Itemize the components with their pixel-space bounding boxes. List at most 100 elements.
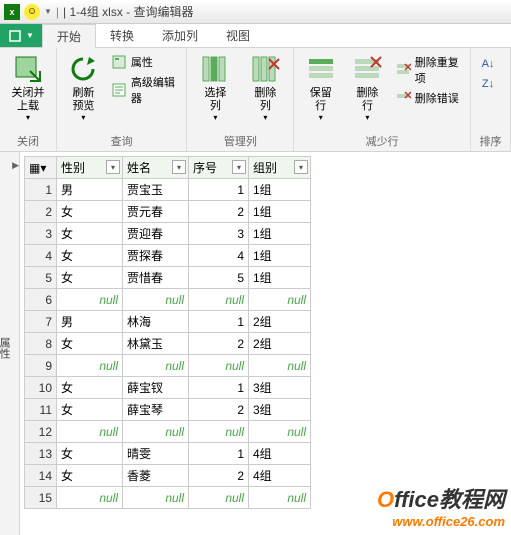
cell[interactable]: 晴雯: [123, 443, 189, 465]
tab-transform[interactable]: 转换: [96, 24, 148, 47]
qat-dropdown-icon[interactable]: ▼: [44, 7, 52, 16]
cell[interactable]: null: [123, 289, 189, 311]
col-header-gender[interactable]: 性别▾: [57, 157, 123, 179]
sort-asc-button[interactable]: A↓: [478, 55, 498, 73]
close-and-load-button[interactable]: 关闭并 上载 ▾: [5, 51, 51, 131]
cell[interactable]: 女: [57, 333, 123, 355]
cell[interactable]: 1: [189, 443, 249, 465]
cell[interactable]: 贾惜春: [123, 267, 189, 289]
cell[interactable]: 2: [189, 465, 249, 487]
cell[interactable]: null: [123, 487, 189, 509]
filter-dropdown-icon[interactable]: ▾: [294, 160, 308, 174]
cell[interactable]: null: [189, 487, 249, 509]
tab-start[interactable]: 开始: [42, 24, 96, 48]
cell[interactable]: 3组: [249, 399, 311, 421]
cell[interactable]: null: [249, 421, 311, 443]
cell[interactable]: 林海: [123, 311, 189, 333]
cell[interactable]: 5: [189, 267, 249, 289]
cell[interactable]: null: [57, 355, 123, 377]
filter-dropdown-icon[interactable]: ▾: [232, 160, 246, 174]
cell[interactable]: 香菱: [123, 465, 189, 487]
tab-addcolumn[interactable]: 添加列: [148, 24, 212, 47]
cell[interactable]: 男: [57, 179, 123, 201]
cell[interactable]: null: [249, 289, 311, 311]
row-index-header[interactable]: ▦▾: [25, 157, 57, 179]
cell[interactable]: 1组: [249, 179, 311, 201]
cell[interactable]: 女: [57, 399, 123, 421]
cell[interactable]: null: [189, 355, 249, 377]
table-row[interactable]: 11女薛宝琴23组: [25, 399, 311, 421]
table-row[interactable]: 13女晴雯14组: [25, 443, 311, 465]
cell[interactable]: null: [249, 487, 311, 509]
choose-columns-button[interactable]: 选择 列 ▾: [192, 51, 238, 131]
cell[interactable]: 林黛玉: [123, 333, 189, 355]
cell[interactable]: 1: [189, 311, 249, 333]
table-row[interactable]: 3女贾迎春31组: [25, 223, 311, 245]
filter-dropdown-icon[interactable]: ▾: [172, 160, 186, 174]
cell[interactable]: 女: [57, 465, 123, 487]
cell[interactable]: 1组: [249, 267, 311, 289]
filter-dropdown-icon[interactable]: ▾: [106, 160, 120, 174]
remove-columns-button[interactable]: 删除 列 ▾: [242, 51, 288, 131]
table-row[interactable]: 7男林海12组: [25, 311, 311, 333]
cell[interactable]: null: [57, 487, 123, 509]
cell[interactable]: null: [189, 289, 249, 311]
cell[interactable]: 2: [189, 333, 249, 355]
table-row[interactable]: 8女林黛玉22组: [25, 333, 311, 355]
col-header-seq[interactable]: 序号▾: [189, 157, 249, 179]
refresh-preview-button[interactable]: 刷新 预览 ▾: [62, 51, 105, 131]
cell[interactable]: null: [57, 289, 123, 311]
col-header-group[interactable]: 组别▾: [249, 157, 311, 179]
cell[interactable]: 2: [189, 399, 249, 421]
properties-button[interactable]: 属性: [109, 53, 181, 71]
table-row[interactable]: 1男贾宝玉11组: [25, 179, 311, 201]
table-row[interactable]: 5女贾惜春51组: [25, 267, 311, 289]
cell[interactable]: 1: [189, 377, 249, 399]
cell[interactable]: 女: [57, 443, 123, 465]
file-tab[interactable]: ▼: [0, 24, 42, 47]
cell[interactable]: 女: [57, 223, 123, 245]
table-row[interactable]: 6nullnullnullnull: [25, 289, 311, 311]
cell[interactable]: 贾元春: [123, 201, 189, 223]
cell[interactable]: 3: [189, 223, 249, 245]
cell[interactable]: 贾宝玉: [123, 179, 189, 201]
remove-rows-button[interactable]: 删除 行 ▾: [346, 51, 389, 131]
cell[interactable]: 女: [57, 267, 123, 289]
cell[interactable]: 4: [189, 245, 249, 267]
keep-rows-button[interactable]: 保留 行 ▾: [299, 51, 342, 131]
table-row[interactable]: 2女贾元春21组: [25, 201, 311, 223]
col-header-name[interactable]: 姓名▾: [123, 157, 189, 179]
cell[interactable]: 贾探春: [123, 245, 189, 267]
side-panel-collapsed[interactable]: ▶ 属性: [0, 152, 20, 535]
cell[interactable]: 1组: [249, 201, 311, 223]
table-row[interactable]: 12nullnullnullnull: [25, 421, 311, 443]
cell[interactable]: 1: [189, 179, 249, 201]
cell[interactable]: 2: [189, 201, 249, 223]
cell[interactable]: 3组: [249, 377, 311, 399]
cell[interactable]: 女: [57, 201, 123, 223]
tab-view[interactable]: 视图: [212, 24, 264, 47]
cell[interactable]: 4组: [249, 443, 311, 465]
cell[interactable]: 1组: [249, 223, 311, 245]
table-row[interactable]: 10女薛宝钗13组: [25, 377, 311, 399]
table-row[interactable]: 14女香菱24组: [25, 465, 311, 487]
cell[interactable]: 女: [57, 245, 123, 267]
cell[interactable]: 4组: [249, 465, 311, 487]
advanced-editor-button[interactable]: 高级编辑器: [109, 73, 181, 107]
cell[interactable]: 2组: [249, 311, 311, 333]
cell[interactable]: 1组: [249, 245, 311, 267]
cell[interactable]: 2组: [249, 333, 311, 355]
cell[interactable]: null: [123, 421, 189, 443]
cell[interactable]: null: [57, 421, 123, 443]
remove-errors-button[interactable]: 删除错误: [393, 89, 465, 107]
table-row[interactable]: 15nullnullnullnull: [25, 487, 311, 509]
cell[interactable]: 薛宝琴: [123, 399, 189, 421]
table-row[interactable]: 4女贾探春41组: [25, 245, 311, 267]
cell[interactable]: 薛宝钗: [123, 377, 189, 399]
cell[interactable]: null: [189, 421, 249, 443]
remove-duplicates-button[interactable]: 删除重复项: [393, 53, 465, 87]
cell[interactable]: 男: [57, 311, 123, 333]
cell[interactable]: null: [123, 355, 189, 377]
sort-desc-button[interactable]: Z↓: [478, 75, 498, 93]
cell[interactable]: 贾迎春: [123, 223, 189, 245]
